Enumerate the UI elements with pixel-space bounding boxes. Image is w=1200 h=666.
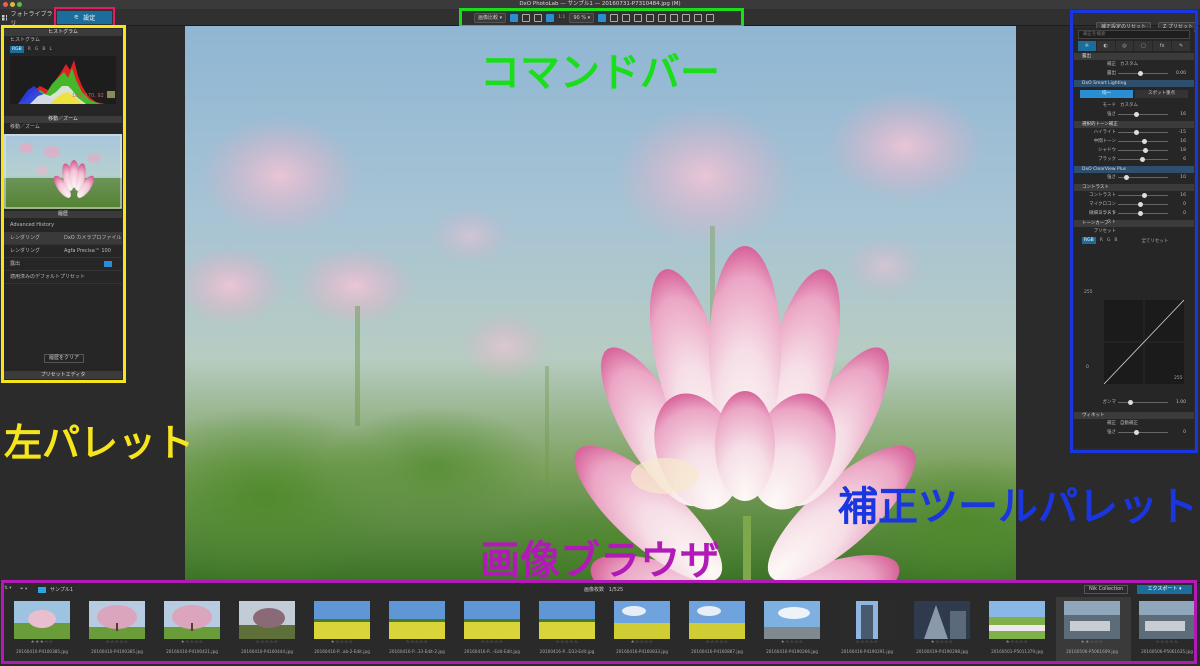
command-bar-annotation: コマンドバー — [480, 50, 720, 96]
tools-palette-annotation: 補正ツールパレット — [838, 484, 1198, 530]
left-palette-highlight — [1, 25, 126, 383]
tools-palette-highlight — [1070, 10, 1198, 453]
image-browser-annotation: 画像ブラウザ — [480, 538, 720, 584]
left-palette-annotation: 左パレット — [4, 421, 195, 465]
tab-photo-library-label: フォトライブラリ — [10, 10, 53, 27]
image-browser-highlight — [1, 580, 1197, 664]
tab-photo-library[interactable]: フォトライブラリ — [2, 10, 54, 27]
customize-tab-highlight — [54, 7, 115, 27]
command-bar-highlight — [459, 8, 744, 28]
grid-icon — [2, 14, 8, 21]
